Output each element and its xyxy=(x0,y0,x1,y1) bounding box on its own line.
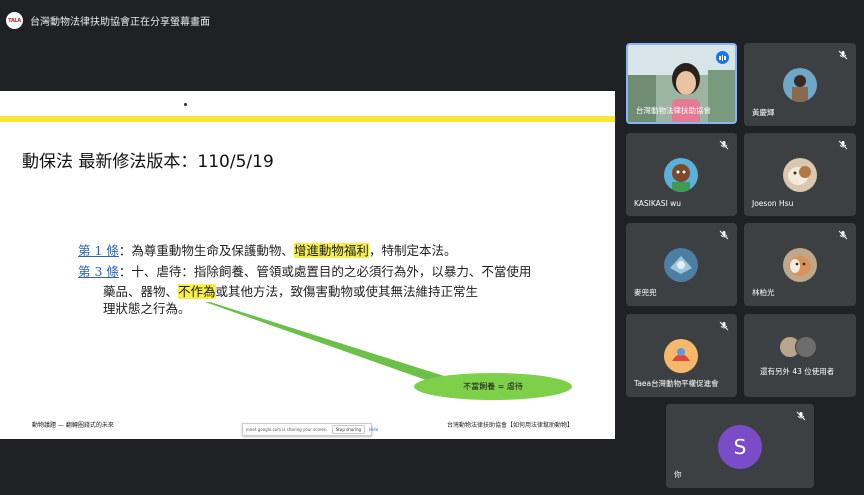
mic-off-icon xyxy=(838,50,848,60)
mic-off-icon xyxy=(719,230,729,240)
more-participants-label: 還有另外 43 位使用者 xyxy=(760,367,835,376)
mic-off-icon xyxy=(838,140,848,150)
mic-off-icon xyxy=(719,321,729,331)
self-label: 你 xyxy=(674,470,682,479)
participant-tile[interactable]: Taea台灣動物平權促進會 xyxy=(626,314,737,397)
participant-tile[interactable]: 林柏光 xyxy=(744,223,856,306)
avatar xyxy=(783,248,817,282)
stop-sharing-button[interactable]: Stop sharing xyxy=(331,425,366,434)
avatar xyxy=(783,68,817,102)
participant-name: Joeson Hsu xyxy=(752,199,794,208)
avatar xyxy=(664,248,698,282)
self-avatar: S xyxy=(718,425,762,469)
participant-tile[interactable]: Joeson Hsu xyxy=(744,133,856,216)
presenting-status-text: 台灣動物法律扶助協會正在分享螢幕畫面 xyxy=(30,17,210,28)
slide-footer-left: 動物議題 — 翻轉圈錢式的未來 xyxy=(32,422,114,429)
more-participants-tile[interactable]: 還有另外 43 位使用者 xyxy=(744,314,856,397)
participant-name: 林柏光 xyxy=(752,288,775,297)
avatar xyxy=(664,339,698,373)
participant-tile[interactable]: KASIKASI wu xyxy=(626,133,737,216)
participant-tile[interactable]: 黃慶輝 xyxy=(744,43,856,126)
participant-name: Taea台灣動物平權促進會 xyxy=(634,379,719,388)
mic-off-icon xyxy=(838,230,848,240)
avatar xyxy=(783,158,817,192)
top-bar: TALA 台灣動物法律扶助協會正在分享螢幕畫面 xyxy=(0,0,864,40)
shared-screen: 動保法 最新修法版本：110/5/19 第 1 條：為尊重動物生命及保護動物、增… xyxy=(0,91,615,439)
mic-off-icon xyxy=(796,411,806,421)
mic-off-icon xyxy=(719,140,729,150)
participant-name: 麥兜兜 xyxy=(634,288,657,297)
slide-footer-right: 台灣動物法律扶助協會【如何用法律幫助動物】 xyxy=(446,422,573,429)
share-notice-text: meet.google.com is sharing your screen. xyxy=(246,427,328,432)
participant-name: 台灣動物法律扶助協會 xyxy=(636,106,711,115)
avatar-stack xyxy=(779,336,823,360)
avatar xyxy=(795,336,817,358)
participant-tile-active[interactable]: 台灣動物法律扶助協會 xyxy=(626,43,737,124)
participant-tile[interactable]: 麥兜兜 xyxy=(626,223,737,306)
screen-share-notice-bar: meet.google.com is sharing your screen. … xyxy=(242,423,378,436)
callout-bubble: 不當飼養 = 虐待 xyxy=(414,373,572,400)
participant-name: 黃慶輝 xyxy=(752,108,775,117)
presenter-logo-icon: TALA xyxy=(6,12,23,29)
participant-name: KASIKASI wu xyxy=(634,199,682,208)
avatar xyxy=(664,158,698,192)
speaking-indicator-icon xyxy=(716,51,729,64)
hide-button[interactable]: Hide xyxy=(369,427,378,432)
